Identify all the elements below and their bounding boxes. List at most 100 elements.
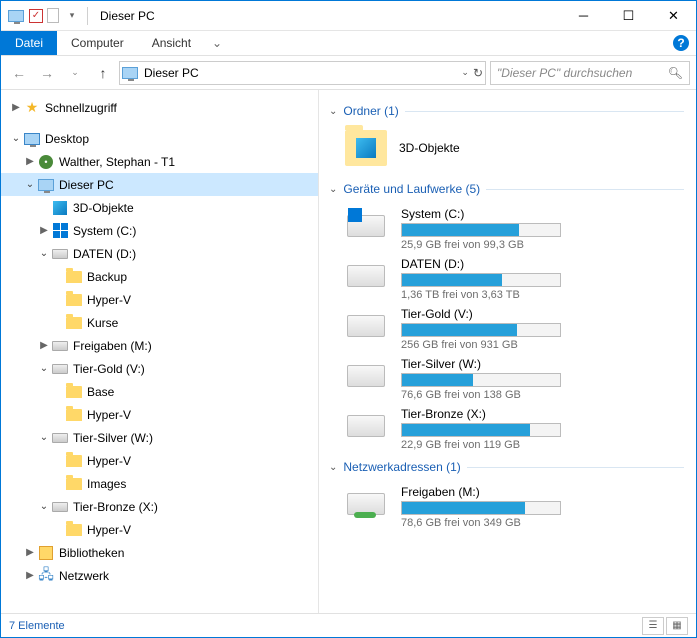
folder-icon (65, 291, 83, 309)
tree-system-c[interactable]: ▶System (C:) (1, 219, 318, 242)
checkbox-icon[interactable]: ✓ (29, 9, 43, 23)
help-button[interactable]: ? (666, 31, 696, 55)
tree-freigaben-m[interactable]: ▶Freigaben (M:) (1, 334, 318, 357)
chevron-down-icon: ⌄ (329, 184, 337, 195)
usage-bar (401, 323, 561, 337)
group-folders[interactable]: ⌄ Ordner (1) (329, 104, 684, 118)
drive-icon (51, 337, 69, 355)
tree-images[interactable]: Images (1, 472, 318, 495)
titlebar: ✓ ▾ Dieser PC ─ ☐ ✕ (1, 1, 696, 31)
view-tiles-button[interactable]: ▦ (666, 617, 688, 635)
folder-icon (65, 314, 83, 332)
user-icon: • (37, 153, 55, 171)
item-network-location[interactable]: Freigaben (M:) 78,6 GB frei von 349 GB (329, 482, 684, 532)
pc-icon (122, 67, 138, 79)
drive-icon (51, 245, 69, 263)
ribbon: Datei Computer Ansicht ⌄ ? (1, 31, 696, 56)
star-icon: ★ (23, 99, 41, 117)
chevron-down-icon: ⌄ (329, 462, 337, 473)
network-icon: 🖧 (37, 567, 55, 585)
refresh-icon[interactable]: ↻ (473, 66, 483, 80)
tab-file[interactable]: Datei (1, 31, 57, 55)
quick-access-toolbar: ✓ ▾ (7, 7, 81, 25)
doc-icon[interactable] (47, 8, 59, 23)
item-3d-objects[interactable]: 3D-Objekte (329, 126, 684, 176)
usage-bar (401, 223, 561, 237)
drive-icon (345, 361, 387, 391)
search-icon[interactable]: 🔍︎ (668, 66, 683, 80)
drive-icon (345, 211, 387, 241)
item-drive[interactable]: System (C:)25,9 GB frei von 99,3 GB (329, 204, 684, 254)
content-pane[interactable]: ⌄ Ordner (1) 3D-Objekte ⌄ Geräte und Lau… (319, 90, 696, 613)
tree-user[interactable]: ▶•Walther, Stephan - T1 (1, 150, 318, 173)
forward-button[interactable]: → (35, 61, 59, 85)
item-drive[interactable]: DATEN (D:)1,36 TB frei von 3,63 TB (329, 254, 684, 304)
library-icon (37, 544, 55, 562)
drive-icon (51, 429, 69, 447)
tree-tier-bronze[interactable]: ⌄Tier-Bronze (X:) (1, 495, 318, 518)
tree-kurse[interactable]: Kurse (1, 311, 318, 334)
tab-computer[interactable]: Computer (57, 31, 138, 55)
chevron-down-icon: ⌄ (329, 106, 337, 117)
tab-view[interactable]: Ansicht (138, 31, 205, 55)
drive-icon (345, 311, 387, 341)
group-network[interactable]: ⌄ Netzwerkadressen (1) (329, 460, 684, 474)
tree-hyperv-w[interactable]: Hyper-V (1, 449, 318, 472)
up-button[interactable]: ↑ (91, 61, 115, 85)
tree-network[interactable]: ▶🖧Netzwerk (1, 564, 318, 587)
usage-bar (401, 423, 561, 437)
address-box[interactable]: Dieser PC ⌄ ↻ (119, 61, 486, 85)
windows-icon (51, 222, 69, 240)
folder-icon (65, 268, 83, 286)
explorer-window: ✓ ▾ Dieser PC ─ ☐ ✕ Datei Computer Ansic… (0, 0, 697, 638)
tree-quick-access[interactable]: ▶★Schnellzugriff (1, 96, 318, 119)
ribbon-expand-icon[interactable]: ⌄ (205, 31, 229, 55)
back-button[interactable]: ← (7, 61, 31, 85)
tree-3d-objects[interactable]: 3D-Objekte (1, 196, 318, 219)
tree-tier-silver[interactable]: ⌄Tier-Silver (W:) (1, 426, 318, 449)
tree-libraries[interactable]: ▶Bibliotheken (1, 541, 318, 564)
minimize-button[interactable]: ─ (561, 1, 606, 31)
recent-dropdown-icon[interactable]: ⌄ (63, 61, 87, 85)
usage-bar (401, 501, 561, 515)
folder-icon (65, 475, 83, 493)
tree-this-pc[interactable]: ⌄Dieser PC (1, 173, 318, 196)
maximize-button[interactable]: ☐ (606, 1, 651, 31)
folder-icon (345, 130, 387, 166)
folder-icon (65, 383, 83, 401)
status-text: 7 Elemente (9, 620, 65, 632)
item-drive[interactable]: Tier-Bronze (X:)22,9 GB frei von 119 GB (329, 404, 684, 454)
folder-icon (65, 406, 83, 424)
status-bar: 7 Elemente ☰ ▦ (1, 613, 696, 637)
drive-icon (345, 411, 387, 441)
address-dropdown-icon[interactable]: ⌄ (461, 67, 469, 78)
group-drives[interactable]: ⌄ Geräte und Laufwerke (5) (329, 182, 684, 196)
qat-dropdown-icon[interactable]: ▾ (63, 7, 81, 25)
nav-tree[interactable]: ▶★Schnellzugriff ⌄Desktop ▶•Walther, Ste… (1, 90, 319, 613)
close-button[interactable]: ✕ (651, 1, 696, 31)
breadcrumb[interactable]: Dieser PC (144, 66, 199, 80)
item-drive[interactable]: Tier-Silver (W:)76,6 GB frei von 138 GB (329, 354, 684, 404)
tree-backup[interactable]: Backup (1, 265, 318, 288)
item-drive[interactable]: Tier-Gold (V:)256 GB frei von 931 GB (329, 304, 684, 354)
tree-hyperv-x[interactable]: Hyper-V (1, 518, 318, 541)
usage-bar (401, 373, 561, 387)
tree-daten-d[interactable]: ⌄DATEN (D:) (1, 242, 318, 265)
usage-bar (401, 273, 561, 287)
pc-icon (37, 176, 55, 194)
tree-tier-gold[interactable]: ⌄Tier-Gold (V:) (1, 357, 318, 380)
window-title: Dieser PC (100, 9, 155, 23)
folder-icon (65, 521, 83, 539)
network-drive-icon (345, 489, 387, 519)
drive-icon (51, 360, 69, 378)
tree-base[interactable]: Base (1, 380, 318, 403)
search-input[interactable]: "Dieser PC" durchsuchen 🔍︎ (490, 61, 690, 85)
tree-desktop[interactable]: ⌄Desktop (1, 127, 318, 150)
tree-hyperv-d[interactable]: Hyper-V (1, 288, 318, 311)
view-details-button[interactable]: ☰ (642, 617, 664, 635)
body: ▶★Schnellzugriff ⌄Desktop ▶•Walther, Ste… (1, 90, 696, 613)
pc-icon (7, 7, 25, 25)
tree-hyperv-v[interactable]: Hyper-V (1, 403, 318, 426)
desktop-icon (23, 130, 41, 148)
cube-icon (51, 199, 69, 217)
